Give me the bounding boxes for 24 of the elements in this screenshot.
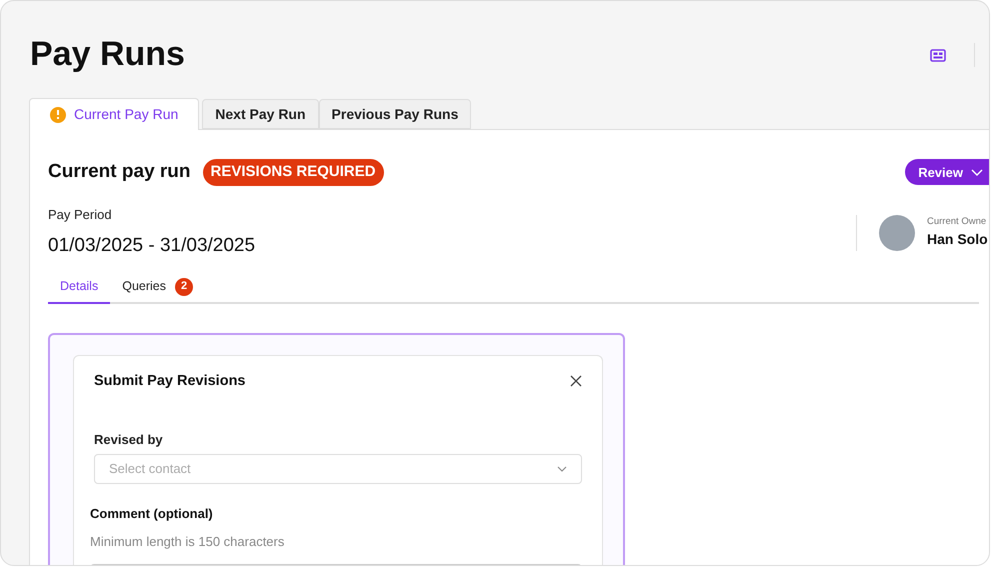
section-heading: Current pay run bbox=[48, 160, 191, 184]
tab[interactable]: Next Pay Run bbox=[202, 99, 319, 129]
chevron-down-icon bbox=[557, 466, 567, 472]
review-button[interactable]: Review bbox=[905, 159, 989, 186]
period-label: Pay Period bbox=[48, 206, 113, 224]
field-label: Revised by bbox=[94, 431, 164, 450]
dialog-title: Submit Pay Revisions bbox=[94, 372, 246, 390]
period-value: 01/03/2025 - 31/03/2025 bbox=[48, 234, 256, 258]
chevron-down-icon bbox=[971, 168, 983, 176]
page-title: Pay Runs bbox=[30, 34, 185, 74]
owner-name: Han Solo bbox=[927, 230, 989, 250]
subtab[interactable]: Details bbox=[48, 276, 110, 304]
layout-icon[interactable] bbox=[930, 48, 946, 62]
owner-label: Current Owne bbox=[927, 214, 988, 229]
count-badge: 2 bbox=[175, 278, 193, 296]
avatar bbox=[879, 214, 915, 250]
field-hint: Minimum length is 150 characters bbox=[90, 533, 286, 552]
field-label: Comment (optional) bbox=[90, 504, 214, 523]
status-badge: REVISIONS REQUIRED bbox=[202, 159, 384, 186]
subtab[interactable]: Queries 2 bbox=[110, 276, 205, 304]
close-icon[interactable] bbox=[570, 375, 582, 388]
tab[interactable]: Previous Pay Runs bbox=[318, 99, 472, 129]
select-placeholder: Select contact bbox=[109, 460, 191, 478]
tab[interactable]: Current Pay Run bbox=[29, 98, 200, 130]
